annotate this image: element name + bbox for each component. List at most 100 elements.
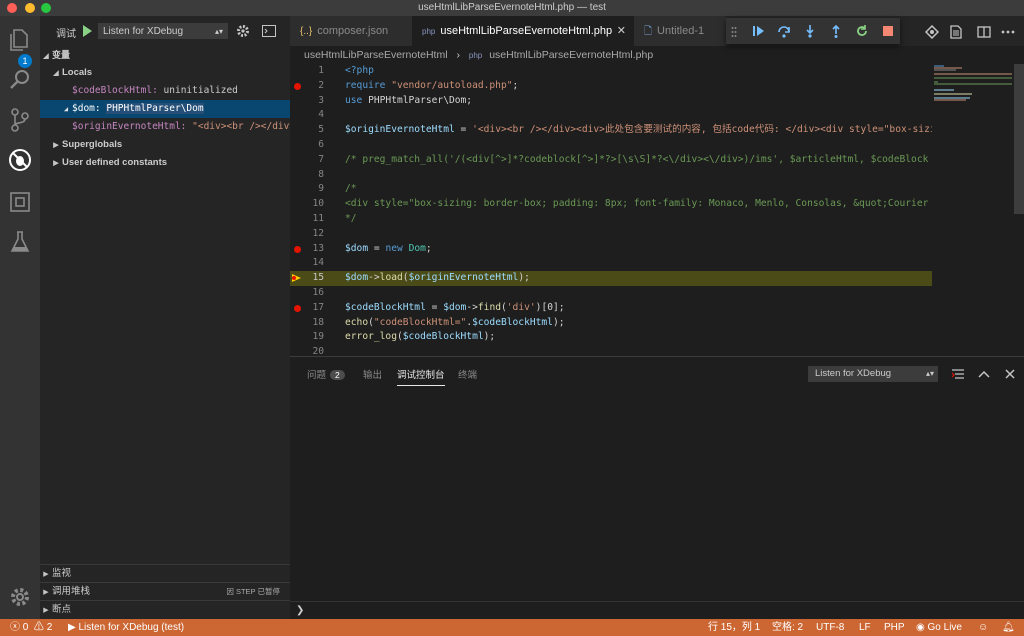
tab-output[interactable]: 输出 <box>363 367 382 381</box>
code-text: $dom = new Dom; <box>345 242 432 254</box>
code-line[interactable]: 2 require "vendor/autoload.php"; <box>290 79 932 94</box>
extensions-icon[interactable] <box>8 190 32 214</box>
code-line[interactable]: 19 error_log($codeBlockHtml); <box>290 330 932 345</box>
line-number: 18 <box>312 316 324 328</box>
constants-label: User defined constants <box>62 157 168 168</box>
code-line[interactable]: 11 */ <box>290 212 932 227</box>
variable-name: $originEvernoteHtml: <box>72 121 187 132</box>
code-line[interactable]: 9 /* <box>290 182 932 197</box>
tab-php-file[interactable]: php useHtmlLibParseEvernoteHtml.php ✕ <box>412 16 634 46</box>
line-number: 14 <box>312 257 324 269</box>
restart-icon[interactable] <box>854 23 870 39</box>
code-line[interactable]: 5 $originEvernoteHtml = '<div><br /></div… <box>290 123 932 138</box>
open-preview-icon[interactable] <box>948 24 964 40</box>
language-mode[interactable]: PHP <box>884 619 905 636</box>
breakpoint-icon[interactable] <box>294 304 301 312</box>
code-line[interactable]: 1 <?php <box>290 64 932 79</box>
bottom-panel: 问题 2 输出 调试控制台 终端 Listen for XDebug ▴▾ ❯ <box>290 356 1024 620</box>
variable-row[interactable]: $codeBlockHtml: uninitialized <box>40 82 290 100</box>
step-over-icon[interactable] <box>776 23 792 39</box>
select-arrows-icon: ▴▾ <box>925 369 934 378</box>
debug-session-status[interactable]: ▶ Listen for XDebug (test) <box>68 619 184 636</box>
tab-untitled[interactable]: 🗋 Untitled-1 <box>634 16 726 46</box>
editor-scrollbar[interactable] <box>1014 64 1024 356</box>
code-line[interactable]: 7 /* preg_match_all('/(<div[^>]*?codebloc… <box>290 153 932 168</box>
code-line[interactable]: 17 $codeBlockHtml = $dom->find('div')[0]; <box>290 301 932 316</box>
close-tab-icon[interactable]: ✕ <box>617 16 626 46</box>
breakpoint-icon[interactable] <box>294 82 301 90</box>
code-line[interactable]: 8 <box>290 168 932 183</box>
code-line[interactable]: 10 <div style="box-sizing: border-box; pa… <box>290 197 932 212</box>
panel-debug-config-select[interactable]: Listen for XDebug ▴▾ <box>808 366 938 382</box>
tab-problems-label: 问题 <box>307 370 327 381</box>
split-editor-icon[interactable] <box>976 24 992 40</box>
breakpoints-section-header[interactable]: ▶ 断点 <box>40 600 290 619</box>
continue-icon[interactable] <box>750 23 766 39</box>
variables-section-header[interactable]: ◢ 变量 <box>40 46 290 64</box>
superglobals-scope[interactable]: ▶ Superglobals <box>40 136 290 154</box>
explorer-icon[interactable] <box>8 28 32 52</box>
code-editor[interactable]: 1 <?php 2 require "vendor/autoload.php"; 3 us… <box>290 64 1024 356</box>
panel-config-value: Listen for XDebug <box>815 368 892 379</box>
open-changes-icon[interactable] <box>924 24 940 40</box>
code-line[interactable]: 15 $dom->load($originEvernoteHtml); <box>290 271 932 286</box>
step-out-icon[interactable] <box>828 23 844 39</box>
code-line[interactable]: 13 $dom = new Dom; <box>290 242 932 257</box>
status-bar: ⓧ 0 ⚠ 2 ▶ Listen for XDebug (test) 行 15，… <box>0 619 1024 636</box>
debug-icon[interactable] <box>8 148 32 172</box>
code-line[interactable]: 12 <box>290 227 932 242</box>
clear-console-icon[interactable] <box>951 367 965 381</box>
close-panel-icon[interactable] <box>1003 367 1017 381</box>
debug-config-select[interactable]: Listen for XDebug ▴▾ <box>98 23 228 39</box>
tab-terminal[interactable]: 终端 <box>458 367 477 381</box>
debug-console-icon[interactable] <box>262 25 276 40</box>
debug-config-gear-icon[interactable] <box>236 24 250 41</box>
feedback-smiley-icon[interactable]: ☺ <box>978 619 988 636</box>
maximize-panel-icon[interactable] <box>977 367 991 381</box>
watch-section-header[interactable]: ▶ 监视 <box>40 564 290 583</box>
problems-status[interactable]: ⓧ 0 ⚠ 2 <box>10 619 52 636</box>
more-actions-icon[interactable] <box>1000 24 1016 40</box>
editor-scroll-thumb[interactable] <box>1014 64 1024 214</box>
drag-handle-icon[interactable] <box>731 25 737 37</box>
tab-composer-json[interactable]: {..} composer.json <box>290 16 412 46</box>
notifications-bell-icon[interactable]: 🔔︎ <box>1002 619 1015 636</box>
callstack-section-header[interactable]: ▶ 调用堆栈 因 STEP 已暂停 <box>40 582 290 601</box>
breadcrumb-folder[interactable]: useHtmlLibParseEvernoteHtml <box>304 49 448 61</box>
tab-problems[interactable]: 问题 2 <box>307 367 345 381</box>
step-into-icon[interactable] <box>802 23 818 39</box>
search-icon[interactable] <box>8 68 32 92</box>
source-control-icon[interactable] <box>8 108 32 132</box>
variable-value: PHPHtmlParser\Dom <box>106 103 204 114</box>
encoding[interactable]: UTF-8 <box>816 619 844 636</box>
code-line[interactable]: 14 <box>290 256 932 271</box>
end-of-line[interactable]: LF <box>859 619 871 636</box>
locals-scope[interactable]: ◢ Locals <box>40 64 290 82</box>
breakpoint-icon[interactable] <box>294 245 301 253</box>
minimap[interactable] <box>932 64 1014 356</box>
code-line[interactable]: 16 <box>290 286 932 301</box>
stop-icon[interactable] <box>880 23 896 39</box>
settings-gear-icon[interactable] <box>8 585 32 609</box>
code-line[interactable]: 3 use PHPHtmlParser\Dom; <box>290 94 932 109</box>
code-line[interactable]: 18 echo("codeBlockHtml=".$codeBlockHtml); <box>290 316 932 331</box>
code-text: require "vendor/autoload.php"; <box>345 79 519 91</box>
tab-debug-console[interactable]: 调试控制台 <box>397 367 445 386</box>
variable-row-selected[interactable]: ◢ $dom: PHPHtmlParser\Dom <box>40 100 290 118</box>
code-text: <?php <box>345 65 374 76</box>
cursor-position[interactable]: 行 15，列 1 <box>708 619 760 636</box>
code-line[interactable]: 20 <box>290 345 932 356</box>
debug-console-input[interactable]: ❯ <box>290 601 1024 619</box>
test-flask-icon[interactable] <box>8 230 32 254</box>
tab-label: useHtmlLibParseEvernoteHtml.php <box>440 25 613 37</box>
breakpoints-title: 断点 <box>52 604 72 615</box>
breadcrumb-file[interactable]: useHtmlLibParseEvernoteHtml.php <box>489 49 653 61</box>
start-debugging-play-icon[interactable] <box>83 25 92 37</box>
code-text: use PHPHtmlParser\Dom; <box>345 94 473 106</box>
go-live-button[interactable]: ◉ Go Live <box>916 619 962 636</box>
code-line[interactable]: 6 <box>290 138 932 153</box>
variable-row[interactable]: $originEvernoteHtml: "<div><br /></div>.… <box>40 118 290 136</box>
constants-scope[interactable]: ▶ User defined constants <box>40 154 290 172</box>
indentation[interactable]: 空格: 2 <box>772 619 803 636</box>
code-line[interactable]: 4 <box>290 108 932 123</box>
